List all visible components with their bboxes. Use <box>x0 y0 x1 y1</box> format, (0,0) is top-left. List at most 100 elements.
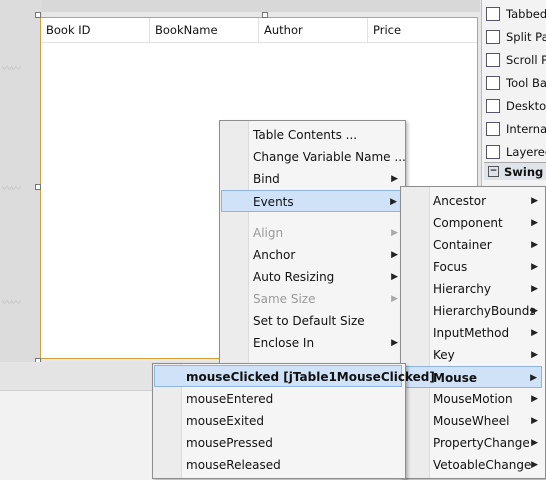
palette-item-tabbed[interactable]: Tabbed <box>486 3 546 25</box>
tabbed-pane-icon <box>486 7 500 21</box>
menu-item-label: Focus <box>433 260 468 274</box>
form-top-strip <box>0 0 480 12</box>
submenu-arrow-icon: ▶ <box>531 284 538 294</box>
menu-item-label: Events <box>253 195 294 209</box>
events-item-input-method[interactable]: InputMethod ▶ <box>402 322 542 344</box>
menu-item-label: Hierarchy <box>433 282 492 296</box>
events-item-container[interactable]: Container ▶ <box>402 234 542 256</box>
menu-item-label: Table Contents ... <box>253 128 358 142</box>
menu-item-label: Auto Resizing <box>253 270 335 284</box>
menu-item-label: MouseMotion <box>433 392 513 406</box>
submenu-arrow-icon: ▶ <box>531 240 538 250</box>
palette-item-internal-frame[interactable]: Internal <box>486 118 546 140</box>
menu-item-label: VetoableChange <box>433 458 532 472</box>
submenu-arrow-icon: ▶ <box>531 416 538 426</box>
resize-handle[interactable] <box>35 12 41 18</box>
menu-item-label: Set to Default Size <box>253 314 365 328</box>
split-pane-icon <box>486 30 500 44</box>
menu-item-label: Bind <box>253 172 280 186</box>
form-left-margin: 〰〰 〰〰 〰〰 <box>0 0 42 362</box>
palette-item-split-pane[interactable]: Split Par <box>486 26 546 48</box>
menu-item-label: mouseClicked [jTable1MouseClicked] <box>186 370 435 384</box>
submenu-arrow-icon: ▶ <box>531 262 538 272</box>
submenu-arrow-icon: ▶ <box>531 218 538 228</box>
mouse-item-mouse-entered[interactable]: mouseEntered <box>154 388 402 410</box>
menu-item-label: Change Variable Name ... <box>253 150 406 164</box>
menu-item-table-contents[interactable]: Table Contents ... <box>221 124 402 146</box>
events-submenu: Ancestor ▶ Component ▶ Container ▶ Focus… <box>400 186 546 479</box>
scroll-pane-icon <box>486 53 500 67</box>
palette-item-tool-bar[interactable]: Tool Bar <box>486 72 546 94</box>
menu-item-label: Mouse <box>433 371 478 385</box>
mouse-item-mouse-exited[interactable]: mouseExited <box>154 410 402 432</box>
submenu-arrow-icon: ▶ <box>391 338 398 348</box>
menu-item-label: HierarchyBounds <box>433 304 536 318</box>
menu-item-label: InputMethod <box>433 326 510 340</box>
palette-item-label: Desktop <box>506 99 546 113</box>
submenu-arrow-icon: ▶ <box>391 294 398 304</box>
mouse-item-mouse-released[interactable]: mouseReleased <box>154 454 402 476</box>
palette-item-layered-pane[interactable]: Layered <box>486 141 546 163</box>
submenu-arrow-icon: ▶ <box>531 328 538 338</box>
palette-item-label: Tabbed <box>506 7 546 21</box>
events-item-component[interactable]: Component ▶ <box>402 212 542 234</box>
menu-item-align[interactable]: Align ▶ <box>221 222 402 244</box>
layered-pane-icon <box>486 145 500 159</box>
events-item-property-change[interactable]: PropertyChange ▶ <box>402 432 542 454</box>
menu-item-bind[interactable]: Bind ▶ <box>221 168 402 190</box>
submenu-arrow-icon: ▶ <box>531 196 538 206</box>
desktop-pane-icon <box>486 99 500 113</box>
events-item-vetoable-change[interactable]: VetoableChange ▶ <box>402 454 542 476</box>
resize-handle[interactable] <box>262 12 268 18</box>
events-item-hierarchy-bounds[interactable]: HierarchyBounds ▶ <box>402 300 542 322</box>
palette-item-desktop-pane[interactable]: Desktop <box>486 95 546 117</box>
menu-item-label: PropertyChange <box>433 436 530 450</box>
menu-item-label: Anchor <box>253 248 296 262</box>
events-item-key[interactable]: Key ▶ <box>402 344 542 366</box>
menu-item-label: Align <box>253 226 284 240</box>
menu-item-set-default-size[interactable]: Set to Default Size <box>221 310 402 332</box>
menu-item-label: Same Size <box>253 292 316 306</box>
events-item-ancestor[interactable]: Ancestor ▶ <box>402 190 542 212</box>
menu-item-label: MouseWheel <box>433 414 510 428</box>
events-item-mouse-motion[interactable]: MouseMotion ▶ <box>402 388 542 410</box>
column-header-price[interactable]: Price <box>368 18 477 42</box>
events-item-hierarchy[interactable]: Hierarchy ▶ <box>402 278 542 300</box>
mouse-item-mouse-pressed[interactable]: mousePressed <box>154 432 402 454</box>
submenu-arrow-icon: ▶ <box>531 438 538 448</box>
menu-item-label: Ancestor <box>433 194 487 208</box>
palette-item-label: Split Par <box>506 30 546 44</box>
menu-item-same-size[interactable]: Same Size ▶ <box>221 288 402 310</box>
submenu-arrow-icon: ▶ <box>531 460 538 470</box>
menu-item-events[interactable]: Events ▶ <box>221 190 402 212</box>
menu-item-label: Enclose In <box>253 336 315 350</box>
collapse-icon[interactable]: − <box>488 166 499 177</box>
zigzag-mark: 〰〰 <box>2 64 21 75</box>
column-header-bookname[interactable]: BookName <box>150 18 259 42</box>
events-item-focus[interactable]: Focus ▶ <box>402 256 542 278</box>
menu-item-auto-resizing[interactable]: Auto Resizing ▶ <box>221 266 402 288</box>
submenu-arrow-icon: ▶ <box>531 394 538 404</box>
menu-item-label: mouseEntered <box>186 392 274 406</box>
zigzag-mark: 〰〰 <box>2 184 21 195</box>
context-menu: Table Contents ... Change Variable Name … <box>219 120 406 368</box>
submenu-arrow-icon: ▶ <box>391 272 398 282</box>
submenu-arrow-icon: ▶ <box>391 228 398 238</box>
menu-item-anchor[interactable]: Anchor ▶ <box>221 244 402 266</box>
palette-category-swing[interactable]: − Swing C <box>484 162 546 180</box>
submenu-arrow-icon: ▶ <box>391 250 398 260</box>
palette-item-scroll-pane[interactable]: Scroll Pa <box>486 49 546 71</box>
column-header-author[interactable]: Author <box>259 18 368 42</box>
menu-item-enclose-in[interactable]: Enclose In ▶ <box>221 332 402 354</box>
menu-item-change-variable-name[interactable]: Change Variable Name ... <box>221 146 406 168</box>
table-header[interactable]: Book ID BookName Author Price <box>41 18 477 43</box>
resize-handle[interactable] <box>35 184 41 190</box>
menu-item-label: Key <box>433 348 455 362</box>
menu-item-label: Component <box>433 216 503 230</box>
internal-frame-icon <box>486 122 500 136</box>
palette-item-label: Tool Bar <box>506 76 546 90</box>
column-header-book-id[interactable]: Book ID <box>41 18 150 42</box>
submenu-arrow-icon: ▶ <box>531 350 538 360</box>
mouse-item-mouse-clicked[interactable]: mouseClicked [jTable1MouseClicked] <box>154 365 435 387</box>
events-item-mouse-wheel[interactable]: MouseWheel ▶ <box>402 410 542 432</box>
